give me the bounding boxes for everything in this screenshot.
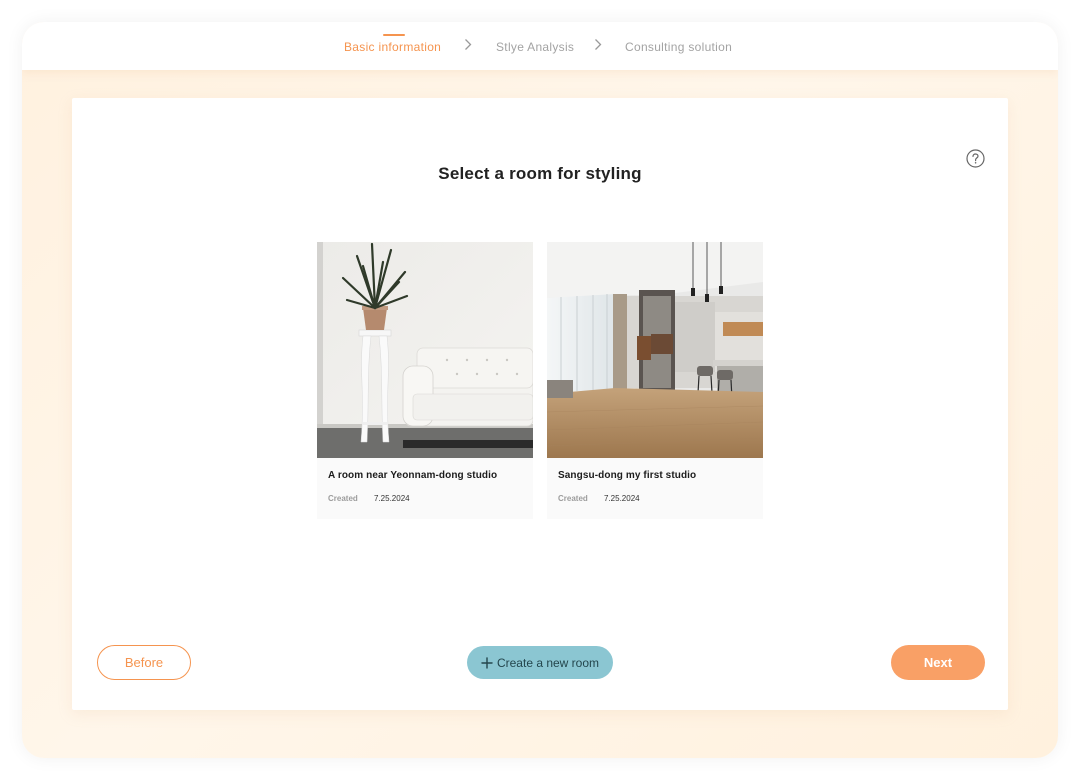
page-title: Select a room for styling [438,164,642,183]
create-new-room-button[interactable]: Create a new room [467,646,613,679]
room-selection-panel: Select a room for styling A room near Ye… [72,98,1008,710]
created-label: Created [558,494,588,503]
room-card[interactable]: A room near Yeonnam-dong studio Created … [317,242,533,519]
create-new-room-label: Create a new room [496,655,600,670]
plus-icon [481,656,493,669]
before-button[interactable]: Before [97,645,191,680]
created-label: Created [328,494,358,503]
room-photo [547,242,763,458]
app-frame: Basic information Stlye Analysis Consult… [22,22,1058,758]
room-name: A room near Yeonnam-dong studio [328,470,498,481]
created-date: 7.25.2024 [374,494,410,503]
step-basic-information[interactable]: Basic information [344,40,441,54]
step-style-analysis[interactable]: Stlye Analysis [496,40,574,54]
room-card[interactable]: Sangsu-dong my first studio Created 7.25… [547,242,763,519]
created-date: 7.25.2024 [604,494,640,503]
progress-stepper: Basic information Stlye Analysis Consult… [22,22,1058,70]
step-consulting-solution[interactable]: Consulting solution [625,40,732,54]
room-name: Sangsu-dong my first studio [558,470,697,481]
active-step-indicator [383,34,405,36]
room-photo [317,242,533,458]
chevron-right-icon [465,39,472,50]
chevron-right-icon [595,39,602,50]
next-button[interactable]: Next [891,645,985,680]
